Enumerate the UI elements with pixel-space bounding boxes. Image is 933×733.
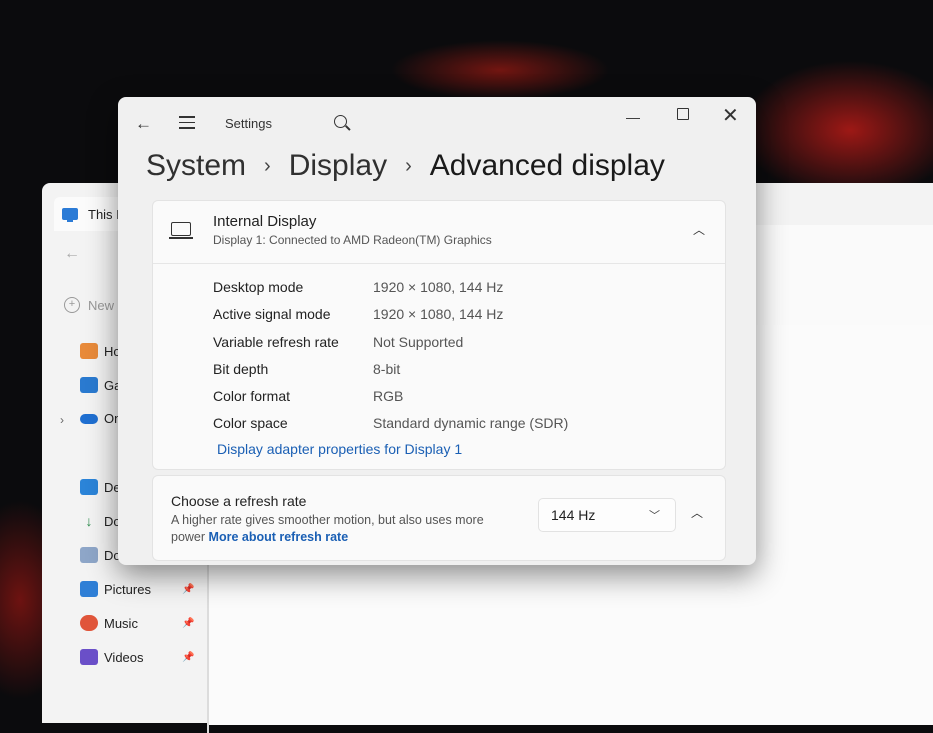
sidebar-item-label: Music bbox=[104, 615, 138, 631]
gallery-icon bbox=[80, 377, 98, 393]
downloads-icon: ↓ bbox=[85, 513, 93, 529]
info-label: Color space bbox=[213, 415, 288, 431]
chevron-right-icon: › bbox=[405, 154, 412, 177]
internal-display-panel: Internal Display Display 1: Connected to… bbox=[152, 200, 726, 470]
info-value: RGB bbox=[373, 388, 404, 404]
plus-icon: + bbox=[64, 297, 80, 313]
title-bar: ← Settings — ✕ bbox=[118, 97, 756, 149]
display-name: Internal Display bbox=[213, 213, 317, 230]
adapter-properties-link[interactable]: Display adapter properties for Display 1 bbox=[217, 441, 462, 457]
info-label: Desktop mode bbox=[213, 279, 304, 295]
info-value: 1920 × 1080, 144 Hz bbox=[373, 306, 504, 322]
minimize-icon[interactable]: — bbox=[626, 109, 640, 125]
info-value: Standard dynamic range (SDR) bbox=[373, 415, 569, 431]
chevron-down-icon: ﹀ bbox=[649, 510, 660, 522]
info-label: Active signal mode bbox=[213, 306, 331, 322]
sidebar-item-pictures[interactable]: Pictures 📌 bbox=[80, 581, 194, 597]
search-icon[interactable] bbox=[334, 115, 347, 128]
background-glow bbox=[740, 60, 933, 200]
pin-icon[interactable]: 📌 bbox=[182, 652, 194, 663]
display-connection: Display 1: Connected to AMD Radeon(TM) G… bbox=[213, 233, 492, 247]
refresh-rate-dropdown[interactable]: 144 Hz ﹀ bbox=[538, 498, 676, 532]
desktop-folder-icon bbox=[80, 479, 98, 495]
close-icon[interactable]: ✕ bbox=[722, 103, 739, 128]
videos-icon bbox=[80, 649, 98, 665]
info-value: 1920 × 1080, 144 Hz bbox=[373, 279, 504, 295]
chevron-up-icon[interactable]: ︿ bbox=[693, 221, 705, 238]
refresh-rate-description: A higher rate gives smoother motion, but… bbox=[171, 512, 511, 546]
pictures-icon bbox=[80, 581, 98, 597]
chevron-right-icon[interactable]: › bbox=[60, 413, 64, 427]
internal-display-header[interactable]: Internal Display Display 1: Connected to… bbox=[153, 201, 725, 264]
onedrive-icon bbox=[80, 413, 98, 424]
chevron-right-icon: › bbox=[264, 154, 271, 177]
back-arrow-icon[interactable]: ← bbox=[64, 245, 80, 263]
refresh-rate-card: Choose a refresh rate A higher rate give… bbox=[152, 475, 726, 561]
pin-icon[interactable]: 📌 bbox=[182, 584, 194, 595]
monitor-icon bbox=[169, 222, 193, 239]
explorer-tab-label: This I bbox=[88, 206, 120, 222]
sidebar-item-home[interactable]: Ho bbox=[80, 343, 121, 359]
sidebar-item-music[interactable]: Music 📌 bbox=[80, 615, 194, 631]
info-label: Bit depth bbox=[213, 361, 269, 377]
info-label: Color format bbox=[213, 388, 291, 404]
back-arrow-icon[interactable]: ← bbox=[135, 114, 152, 134]
hamburger-menu-icon[interactable] bbox=[179, 116, 195, 133]
new-button[interactable]: + New bbox=[64, 297, 114, 313]
settings-window: ← Settings — ✕ System › Display › Advanc… bbox=[118, 97, 756, 565]
info-value: 8-bit bbox=[373, 361, 401, 377]
new-button-label: New bbox=[88, 297, 115, 313]
refresh-rate-learn-more-link[interactable]: More about refresh rate bbox=[209, 530, 349, 544]
music-icon bbox=[80, 615, 98, 631]
pin-icon[interactable]: 📌 bbox=[182, 618, 194, 629]
sidebar-item-label: Videos bbox=[104, 649, 144, 665]
refresh-rate-title: Choose a refresh rate bbox=[171, 493, 307, 509]
documents-icon bbox=[80, 547, 98, 563]
sidebar-item-videos[interactable]: Videos 📌 bbox=[80, 649, 194, 665]
refresh-rate-selected: 144 Hz bbox=[551, 507, 596, 523]
info-label: Variable refresh rate bbox=[213, 334, 339, 350]
page-title: Advanced display bbox=[429, 149, 665, 182]
home-icon bbox=[80, 343, 98, 359]
breadcrumb-system[interactable]: System bbox=[146, 149, 246, 183]
info-value: Not Supported bbox=[373, 334, 464, 350]
sidebar-item-label: Pictures bbox=[104, 581, 151, 597]
background-glow bbox=[390, 40, 610, 100]
breadcrumb-display[interactable]: Display bbox=[289, 149, 387, 183]
maximize-icon[interactable] bbox=[677, 108, 689, 120]
chevron-up-icon[interactable]: ︿ bbox=[691, 504, 703, 521]
window-title: Settings bbox=[225, 116, 272, 131]
breadcrumb: System › Display › Advanced display bbox=[146, 149, 665, 183]
this-pc-icon bbox=[62, 208, 78, 222]
